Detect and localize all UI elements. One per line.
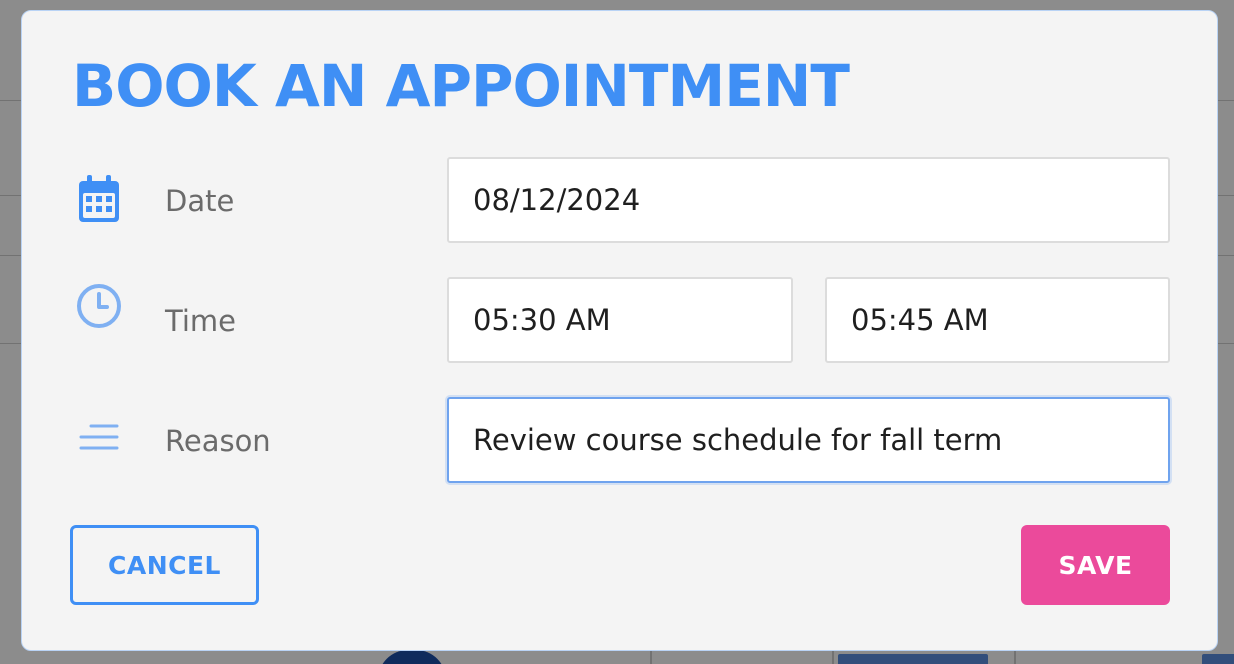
- start-time-input[interactable]: [447, 277, 793, 363]
- modal-title: BOOK AN APPOINTMENT: [72, 52, 850, 120]
- save-button[interactable]: SAVE: [1021, 525, 1170, 605]
- book-appointment-modal: BOOK AN APPOINTMENT Date Time: [21, 10, 1218, 651]
- time-label: Time: [165, 304, 236, 338]
- reason-input[interactable]: [447, 397, 1170, 483]
- date-input[interactable]: [447, 157, 1170, 243]
- lines-icon: [76, 417, 122, 463]
- calendar-icon: [76, 175, 122, 222]
- cancel-button[interactable]: CANCEL: [70, 525, 259, 605]
- end-time-input[interactable]: [825, 277, 1170, 363]
- clock-icon: [76, 283, 122, 329]
- reason-label: Reason: [165, 424, 271, 458]
- date-label: Date: [165, 184, 235, 218]
